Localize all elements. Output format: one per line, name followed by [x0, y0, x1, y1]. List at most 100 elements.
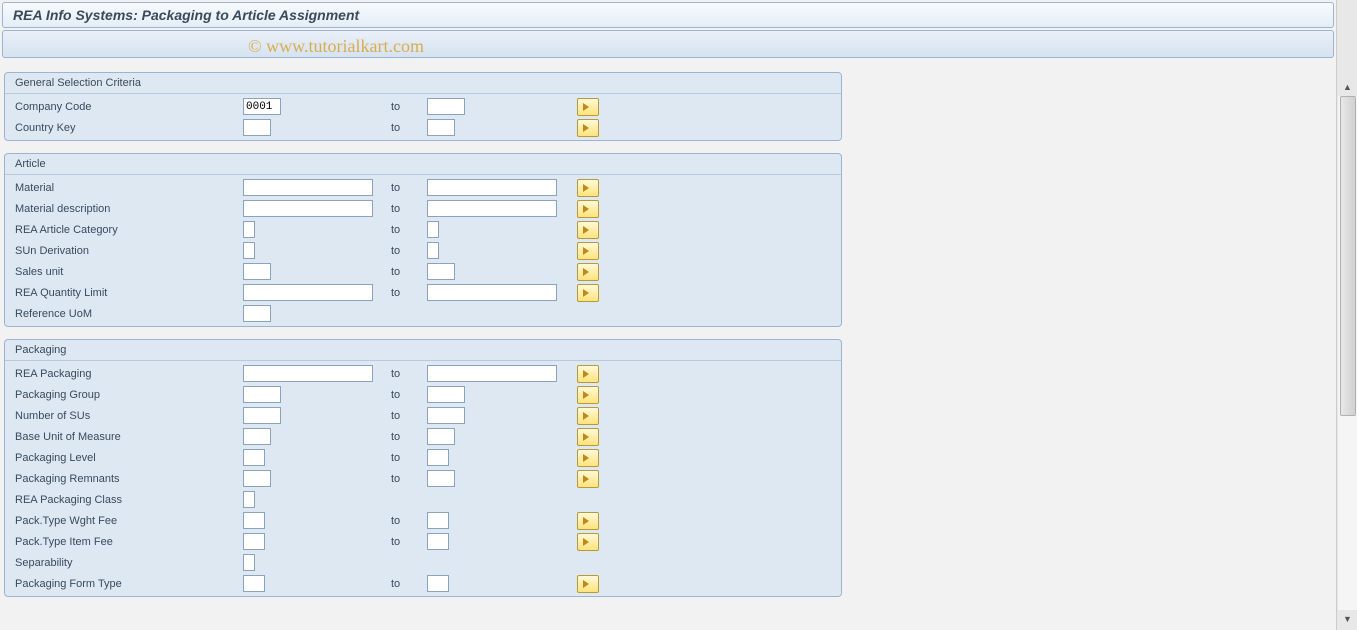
label-rea-packaging: REA Packaging: [15, 368, 243, 380]
sales-unit-to[interactable]: [427, 263, 455, 280]
scroll-up-arrow-icon[interactable]: ▲: [1338, 78, 1357, 96]
multi-select-button[interactable]: [577, 365, 599, 383]
scroll-track[interactable]: [1338, 96, 1357, 610]
multi-select-button[interactable]: [577, 119, 599, 137]
to-label: to: [391, 122, 427, 134]
vertical-scrollbar[interactable]: ▲ ▼: [1336, 0, 1357, 630]
label-rea-article-cat: REA Article Category: [15, 224, 243, 236]
to-label: to: [391, 431, 427, 443]
packaging-form-from[interactable]: [243, 575, 265, 592]
multi-select-button[interactable]: [577, 449, 599, 467]
rea-qty-limit-to[interactable]: [427, 284, 557, 301]
material-desc-to[interactable]: [427, 200, 557, 217]
pack-type-wght-to[interactable]: [427, 512, 449, 529]
group-title-article: Article: [5, 154, 841, 175]
to-label: to: [391, 578, 427, 590]
multi-select-button[interactable]: [577, 512, 599, 530]
material-from[interactable]: [243, 179, 373, 196]
row-packaging-group: Packaging Group to: [5, 384, 841, 405]
label-number-of-sus: Number of SUs: [15, 410, 243, 422]
number-of-sus-from[interactable]: [243, 407, 281, 424]
page-title: REA Info Systems: Packaging to Article A…: [13, 7, 1323, 23]
to-label: to: [391, 536, 427, 548]
base-uom-to[interactable]: [427, 428, 455, 445]
rea-article-cat-to[interactable]: [427, 221, 439, 238]
pack-type-wght-from[interactable]: [243, 512, 265, 529]
scroll-thumb[interactable]: [1340, 96, 1356, 416]
row-reference-uom: Reference UoM: [5, 303, 841, 324]
multi-select-button[interactable]: [577, 386, 599, 404]
pack-type-item-from[interactable]: [243, 533, 265, 550]
label-country-key: Country Key: [15, 122, 243, 134]
packaging-form-to[interactable]: [427, 575, 449, 592]
rea-qty-limit-from[interactable]: [243, 284, 373, 301]
row-country-key: Country Key to: [5, 117, 841, 138]
multi-select-button[interactable]: [577, 470, 599, 488]
group-article: Article Material to Material description…: [4, 153, 842, 327]
to-label: to: [391, 245, 427, 257]
row-rea-pack-class: REA Packaging Class: [5, 489, 841, 510]
packaging-remn-from[interactable]: [243, 470, 271, 487]
to-label: to: [391, 266, 427, 278]
row-packaging-level: Packaging Level to: [5, 447, 841, 468]
group-packaging: Packaging REA Packaging to Packaging Gro…: [4, 339, 842, 597]
rea-pack-class[interactable]: [243, 491, 255, 508]
content-area: General Selection Criteria Company Code …: [0, 60, 1336, 613]
group-title-packaging: Packaging: [5, 340, 841, 361]
to-label: to: [391, 389, 427, 401]
packaging-group-to[interactable]: [427, 386, 465, 403]
rea-article-cat-from[interactable]: [243, 221, 255, 238]
rea-packaging-to[interactable]: [427, 365, 557, 382]
multi-select-button[interactable]: [577, 263, 599, 281]
packaging-level-from[interactable]: [243, 449, 265, 466]
multi-select-button[interactable]: [577, 242, 599, 260]
row-rea-packaging: REA Packaging to: [5, 363, 841, 384]
group-general: General Selection Criteria Company Code …: [4, 72, 842, 141]
company-code-from[interactable]: [243, 98, 281, 115]
label-rea-qty-limit: REA Quantity Limit: [15, 287, 243, 299]
packaging-remn-to[interactable]: [427, 470, 455, 487]
multi-select-button[interactable]: [577, 533, 599, 551]
packaging-group-from[interactable]: [243, 386, 281, 403]
to-label: to: [391, 452, 427, 464]
material-desc-from[interactable]: [243, 200, 373, 217]
row-company-code: Company Code to: [5, 96, 841, 117]
reference-uom[interactable]: [243, 305, 271, 322]
label-separability: Separability: [15, 557, 243, 569]
to-label: to: [391, 287, 427, 299]
label-material: Material: [15, 182, 243, 194]
multi-select-button[interactable]: [577, 575, 599, 593]
to-label: to: [391, 224, 427, 236]
number-of-sus-to[interactable]: [427, 407, 465, 424]
company-code-to[interactable]: [427, 98, 465, 115]
country-key-from[interactable]: [243, 119, 271, 136]
label-reference-uom: Reference UoM: [15, 308, 243, 320]
to-label: to: [391, 368, 427, 380]
label-rea-pack-class: REA Packaging Class: [15, 494, 243, 506]
scroll-down-arrow-icon[interactable]: ▼: [1338, 610, 1357, 628]
label-sun-derivation: SUn Derivation: [15, 245, 243, 257]
label-company-code: Company Code: [15, 101, 243, 113]
to-label: to: [391, 515, 427, 527]
label-packaging-level: Packaging Level: [15, 452, 243, 464]
multi-select-button[interactable]: [577, 407, 599, 425]
multi-select-button[interactable]: [577, 98, 599, 116]
multi-select-button[interactable]: [577, 221, 599, 239]
label-pack-type-item: Pack.Type Item Fee: [15, 536, 243, 548]
rea-packaging-from[interactable]: [243, 365, 373, 382]
sales-unit-from[interactable]: [243, 263, 271, 280]
separability[interactable]: [243, 554, 255, 571]
material-to[interactable]: [427, 179, 557, 196]
sun-derivation-to[interactable]: [427, 242, 439, 259]
sun-derivation-from[interactable]: [243, 242, 255, 259]
packaging-level-to[interactable]: [427, 449, 449, 466]
base-uom-from[interactable]: [243, 428, 271, 445]
multi-select-button[interactable]: [577, 428, 599, 446]
pack-type-item-to[interactable]: [427, 533, 449, 550]
label-packaging-remn: Packaging Remnants: [15, 473, 243, 485]
country-key-to[interactable]: [427, 119, 455, 136]
multi-select-button[interactable]: [577, 179, 599, 197]
multi-select-button[interactable]: [577, 284, 599, 302]
row-packaging-form: Packaging Form Type to: [5, 573, 841, 594]
multi-select-button[interactable]: [577, 200, 599, 218]
